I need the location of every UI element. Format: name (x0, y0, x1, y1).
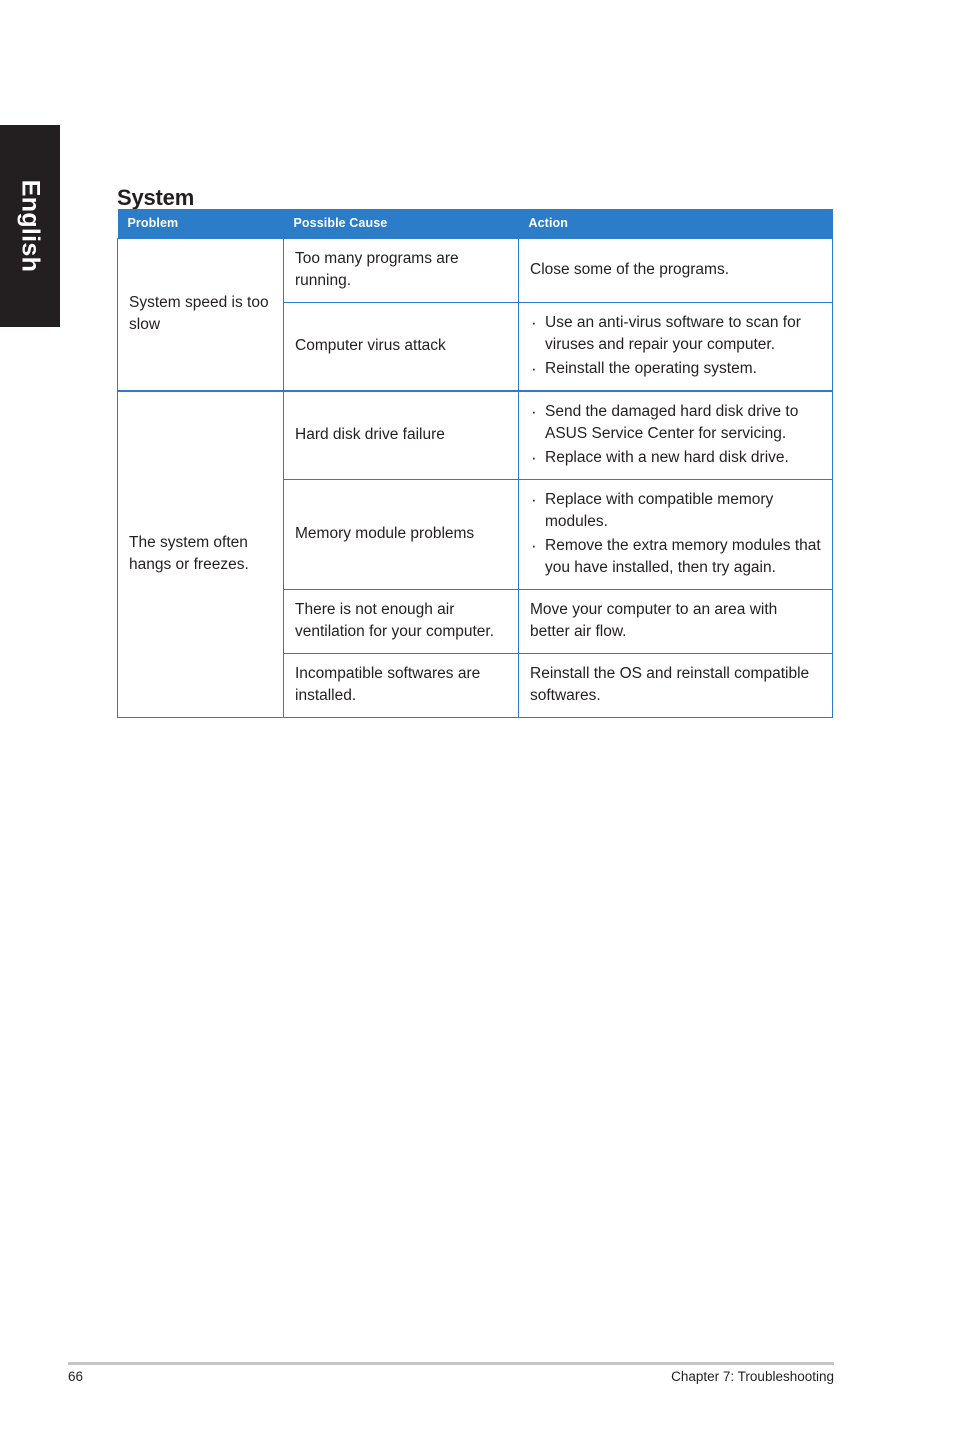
action-bullet-item: Replace with a new hard disk drive. (530, 446, 821, 470)
column-header-possible-cause: Possible Cause (283, 209, 519, 239)
cell-problem: System speed is too slow (117, 238, 284, 392)
action-bullet-item: Reinstall the operating system. (530, 357, 821, 381)
cell-action: Send the damaged hard disk drive to ASUS… (518, 390, 833, 480)
cell-action: Replace with compatible memory modules.R… (518, 479, 833, 590)
cell-action: Reinstall the OS and reinstall compatibl… (518, 653, 833, 718)
page-title: System (117, 184, 195, 210)
column-header-problem: Problem (117, 209, 284, 239)
action-text: Reinstall the OS and reinstall compatibl… (530, 665, 810, 704)
action-text: Close some of the programs. (530, 261, 730, 278)
cell-problem: The system often hangs or freezes. (117, 390, 284, 718)
action-text: Move your computer to an area with bette… (530, 601, 778, 640)
action-bullet-list: Send the damaged hard disk drive to ASUS… (530, 400, 821, 470)
cell-possible-cause: Incompatible softwares are installed. (283, 653, 519, 718)
cell-possible-cause: There is not enough air ventilation for … (283, 589, 519, 654)
footer-page-number: 66 (68, 1369, 84, 1384)
cell-possible-cause: Hard disk drive failure (283, 390, 519, 480)
language-tab: English (0, 125, 60, 327)
action-bullet-item: Replace with compatible memory modules. (530, 488, 821, 533)
cell-action: Close some of the programs. (518, 238, 833, 303)
cell-possible-cause: Computer virus attack (283, 302, 519, 392)
table-row: System speed is too slow Too many program… (117, 238, 833, 392)
table-header: Problem Possible Cause Action (117, 209, 833, 239)
troubleshooting-table: Problem Possible Cause Action System spe… (117, 209, 833, 718)
footer-divider (68, 1362, 834, 1365)
column-header-action: Action (518, 209, 833, 239)
action-bullet-item: Send the damaged hard disk drive to ASUS… (530, 400, 821, 445)
cell-possible-cause: Too many programs are running. (283, 238, 519, 303)
language-tab-label: English (16, 179, 45, 273)
action-bullet-list: Use an anti-virus software to scan for v… (530, 311, 821, 381)
table-row: The system often hangs or freezes. Hard d… (117, 390, 833, 718)
action-bullet-list: Replace with compatible memory modules.R… (530, 488, 821, 579)
table-body: System speed is too slow Too many program… (117, 238, 833, 718)
cell-action: Move your computer to an area with bette… (518, 589, 833, 654)
action-bullet-item: Use an anti-virus software to scan for v… (530, 311, 821, 356)
action-bullet-item: Remove the extra memory modules that you… (530, 534, 821, 579)
troubleshooting-table-wrapper: Problem Possible Cause Action System spe… (117, 209, 833, 718)
table-header-row: Problem Possible Cause Action (117, 209, 833, 239)
cell-possible-cause: Memory module problems (283, 479, 519, 590)
footer-chapter-label: Chapter 7: Troubleshooting (671, 1369, 834, 1384)
cell-action: Use an anti-virus software to scan for v… (518, 302, 833, 392)
